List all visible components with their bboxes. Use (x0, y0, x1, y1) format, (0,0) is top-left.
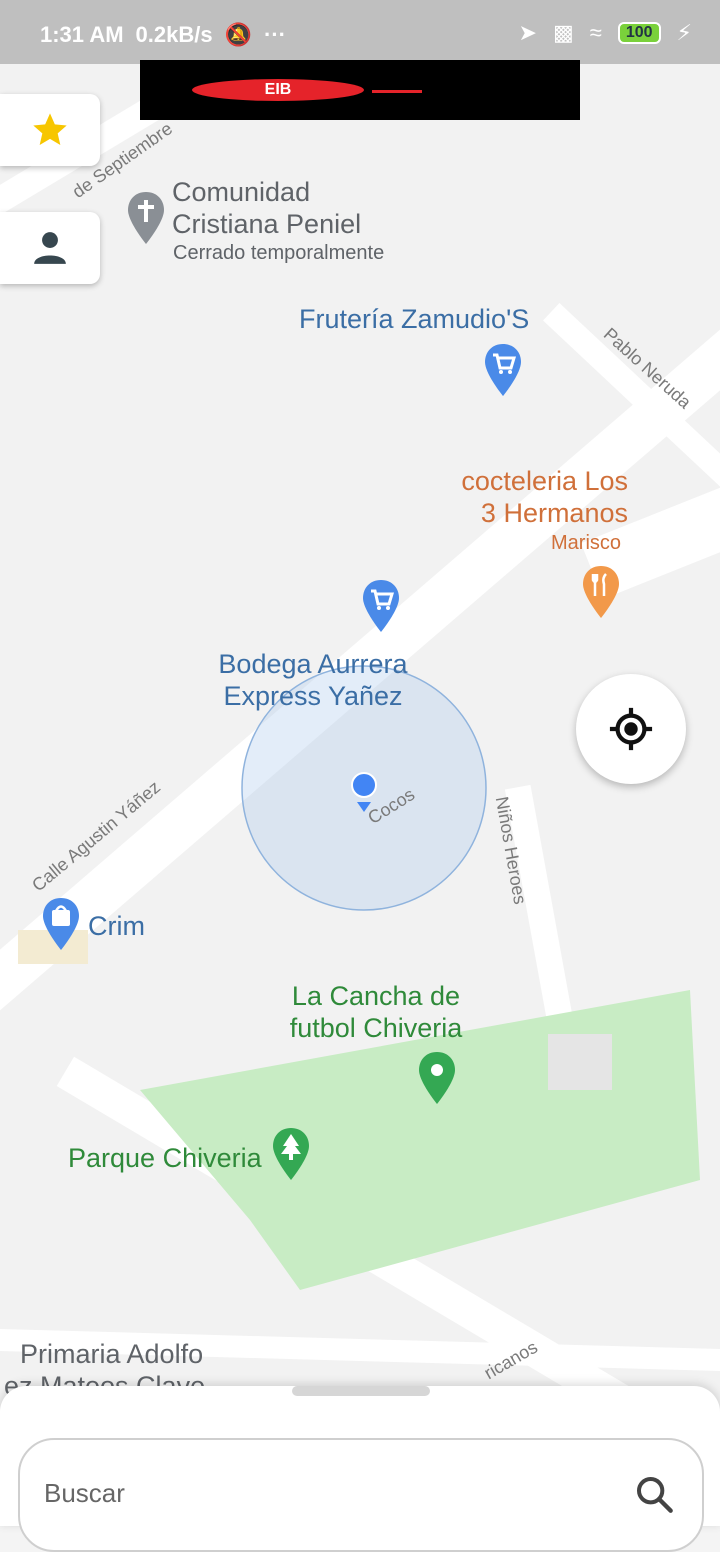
poi-label-line: 3 Hermanos (480, 498, 628, 528)
poi-label-line: futbol Chiveria (289, 1013, 463, 1043)
bell-off-icon: 🔕 (224, 22, 253, 47)
poi-parque-label[interactable]: Parque Chiveria (68, 1142, 262, 1174)
tree-pin-icon[interactable] (270, 1126, 312, 1187)
shopping-cart-pin-icon[interactable] (482, 342, 524, 403)
poi-label-line: Primaria Adolfo (20, 1339, 204, 1369)
poi-bodega-title[interactable]: Bodega Aurrera Express Yañez (218, 648, 408, 712)
ad-decoration: ▬▬▬▬▬ (372, 84, 422, 96)
building (548, 1034, 612, 1090)
poi-comunidad-status: Cerrado temporalmente (173, 242, 385, 264)
network-speed: 0.2kB/s (135, 22, 213, 47)
shopping-cart-pin-icon[interactable] (360, 578, 402, 639)
road-right (581, 487, 720, 599)
profile-button[interactable] (0, 212, 100, 284)
poi-label-line: La Cancha de (291, 981, 461, 1011)
poi-label-line: cocteleria Los (461, 466, 628, 496)
poi-label-line: Comunidad (172, 177, 311, 207)
search-input[interactable] (42, 1470, 606, 1516)
sheet-drag-handle[interactable] (292, 1386, 430, 1396)
place-pin-icon[interactable] (416, 1050, 458, 1111)
status-bar: 1:31 AM 0.2kB/s 🔕 ··· ➤ ▩ ≈ 100 ⚡ (0, 0, 720, 64)
restaurant-pin-icon[interactable] (580, 564, 622, 625)
status-time: 1:31 AM (40, 22, 124, 47)
wifi-icon: ≈ (589, 20, 602, 45)
my-location-button[interactable] (576, 674, 686, 784)
status-left: 1:31 AM 0.2kB/s 🔕 ··· (40, 22, 286, 48)
poi-label-line: Cristiana Peniel (172, 209, 362, 239)
poi-fruteria-label[interactable]: Frutería Zamudio'S (299, 303, 529, 335)
poi-comunidad-title[interactable]: Comunidad Cristiana Peniel (172, 176, 361, 240)
poi-label-line: Bodega Aurrera (218, 649, 408, 679)
church-pin-icon[interactable] (126, 190, 166, 251)
poi-label-line: Express Yañez (223, 681, 403, 711)
ad-logo: EIB (192, 79, 364, 101)
favorites-button[interactable] (0, 94, 100, 166)
status-right: ➤ ▩ ≈ 100 ⚡ (519, 20, 692, 46)
charging-icon: ⚡ (676, 20, 692, 45)
ad-banner[interactable]: EIB ▬▬▬▬▬ (140, 60, 580, 120)
poi-cocteleria-category: Marisco (551, 532, 622, 554)
poi-cancha-title[interactable]: La Cancha de futbol Chiveria (286, 980, 466, 1044)
more-icon: ··· (264, 22, 286, 47)
person-icon (34, 232, 66, 264)
shopping-bag-pin-icon[interactable] (40, 896, 82, 957)
search-bar[interactable] (18, 1438, 704, 1552)
poi-crim-label[interactable]: Crim (88, 910, 145, 942)
crosshair-icon (609, 707, 653, 751)
battery-indicator: 100 (617, 22, 661, 44)
search-icon[interactable] (634, 1474, 674, 1514)
location-arrow-icon: ➤ (518, 20, 537, 45)
star-icon (33, 113, 67, 145)
signal-icon: ▩ (552, 20, 574, 45)
road-ninos (504, 784, 576, 1036)
poi-cocteleria-title[interactable]: cocteleria Los 3 Hermanos (454, 465, 628, 529)
